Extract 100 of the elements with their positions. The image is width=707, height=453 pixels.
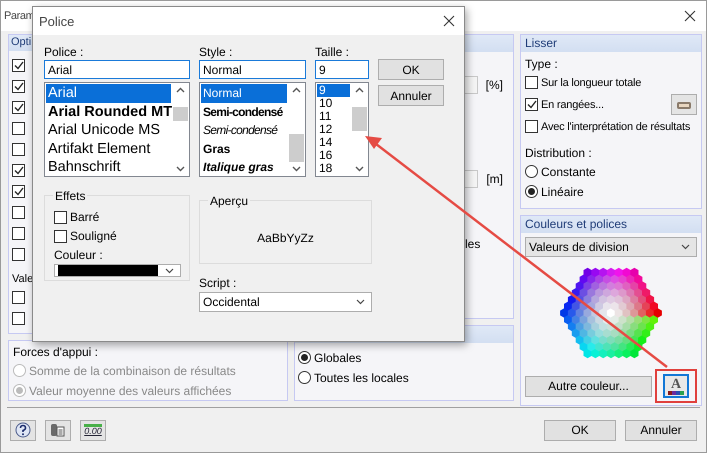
radio-label: Toutes les locales xyxy=(314,370,409,384)
checkbox[interactable] xyxy=(12,291,25,304)
scroll-up-icon[interactable] xyxy=(176,87,185,93)
group-title: Aperçu xyxy=(208,194,250,208)
checkbox[interactable] xyxy=(54,210,67,224)
list-item[interactable]: Normal xyxy=(201,84,287,103)
checkbox[interactable] xyxy=(525,120,538,133)
radio-label: Globales xyxy=(314,350,362,364)
list-box[interactable]: Normal Semi-condensé Semi-condensé Gras Italique gras xyxy=(199,82,306,177)
scroll-thumb[interactable] xyxy=(289,134,304,162)
input-field[interactable]: 9 xyxy=(315,60,369,79)
radio-button[interactable] xyxy=(298,371,311,384)
spinner[interactable] xyxy=(464,170,478,188)
help-icon[interactable] xyxy=(10,420,36,440)
field-label: Script : xyxy=(199,276,238,290)
checkbox[interactable] xyxy=(12,59,25,72)
scroll-down-icon[interactable] xyxy=(292,166,301,172)
checkbox[interactable] xyxy=(54,230,67,242)
other-color-button[interactable]: Autre couleur... xyxy=(525,376,652,396)
section-label: Vale xyxy=(12,273,34,285)
list-item[interactable]: 9 xyxy=(317,84,350,97)
list-item[interactable]: Artifakt Element xyxy=(46,140,171,158)
color-dropdown[interactable] xyxy=(54,264,181,277)
close-icon[interactable] xyxy=(443,15,455,27)
checkbox-label: Barré xyxy=(70,210,100,224)
input-field[interactable]: Arial xyxy=(44,60,190,79)
checkbox[interactable] xyxy=(12,227,25,240)
scroll-thumb[interactable] xyxy=(173,107,188,121)
preview-sample: AaBbYyZz xyxy=(257,231,314,245)
checkbox[interactable] xyxy=(12,122,25,135)
field-label: Taille : xyxy=(315,45,350,59)
panel-header: Lisser xyxy=(521,35,701,52)
document-icon[interactable] xyxy=(45,420,71,440)
scroll-up-icon[interactable] xyxy=(355,87,364,93)
checkbox[interactable] xyxy=(12,185,25,198)
scroll-thumb[interactable] xyxy=(352,107,367,131)
scroll-up-icon[interactable] xyxy=(292,87,301,93)
list-item[interactable]: Arial xyxy=(46,84,171,103)
list-item[interactable]: 18 xyxy=(317,162,350,175)
checkbox[interactable] xyxy=(525,76,538,89)
section-label: Distribution : xyxy=(525,146,592,160)
list-item[interactable]: 12 xyxy=(317,123,350,136)
radio-label: Linéaire xyxy=(541,184,584,198)
script-dropdown[interactable]: Occidental xyxy=(199,292,372,312)
unit-label: [%] xyxy=(486,78,503,92)
group-title: Effets xyxy=(53,189,88,203)
list-box[interactable]: 9 10 11 12 14 16 18 xyxy=(315,82,369,177)
dialog-button[interactable]: Annuler xyxy=(378,85,444,106)
radio-label: Somme de la combinaison de résultats xyxy=(29,364,236,378)
dialog-button[interactable]: Annuler xyxy=(625,420,697,440)
input-field[interactable]: Normal xyxy=(199,60,306,79)
caret-icon xyxy=(165,268,174,274)
checkbox-label: Souligné xyxy=(70,229,117,243)
list-item[interactable]: Semi-condensé xyxy=(201,121,287,140)
list-item[interactable]: Arial Unicode MS xyxy=(46,121,171,140)
checkbox[interactable] xyxy=(12,164,25,177)
checkbox[interactable] xyxy=(525,98,538,111)
checkbox[interactable] xyxy=(12,312,25,325)
list-item[interactable]: Italique gras xyxy=(201,158,287,176)
dialog-button[interactable]: OK xyxy=(544,420,616,440)
close-icon[interactable] xyxy=(684,10,696,22)
unit-label: [m] xyxy=(486,172,503,186)
checkbox[interactable] xyxy=(12,101,25,114)
radio-button[interactable] xyxy=(525,165,538,178)
radio-button[interactable] xyxy=(525,185,538,198)
list-item[interactable]: 14 xyxy=(317,136,350,149)
ruler-icon xyxy=(84,424,102,427)
field-label: Couleur : xyxy=(54,248,104,262)
checkbox[interactable] xyxy=(12,206,25,219)
list-item[interactable]: Arial Rounded MT xyxy=(46,102,171,122)
radio-label: Constante xyxy=(541,164,596,178)
list-item[interactable]: 11 xyxy=(317,110,350,123)
list-item[interactable]: Gras xyxy=(201,140,287,158)
section-label: Forces d'appui : xyxy=(13,345,98,359)
checkbox-label: En rangées... xyxy=(541,98,604,110)
list-box[interactable]: Arial Arial Rounded MT Arial Unicode MS Artifakt Element Bahnschrift xyxy=(44,82,190,177)
dropdown[interactable]: Valeurs de division xyxy=(525,237,697,257)
list-item[interactable]: 10 xyxy=(317,97,350,110)
decimal-button[interactable]: 0.00 xyxy=(80,420,106,440)
section-label: Type : xyxy=(525,57,558,71)
color-bars-icon xyxy=(668,390,684,394)
caret-icon xyxy=(356,299,365,305)
font-button[interactable]: A xyxy=(663,374,689,398)
radio-label: Valeur moyenne des valeurs affichées xyxy=(29,384,232,398)
panel-header: Couleurs et polices xyxy=(521,216,701,233)
checkbox[interactable] xyxy=(12,248,25,261)
checkbox[interactable] xyxy=(12,80,25,93)
checkbox-label: Sur la longueur totale xyxy=(541,76,642,88)
dialog-title: Police xyxy=(39,14,74,28)
caret-icon xyxy=(681,244,690,250)
scroll-down-icon[interactable] xyxy=(355,166,364,172)
list-item[interactable]: Semi-condensé xyxy=(201,102,287,122)
list-item[interactable]: 16 xyxy=(317,149,350,162)
scroll-down-icon[interactable] xyxy=(176,166,185,172)
checkbox[interactable] xyxy=(12,143,25,156)
list-item[interactable]: Bahnschrift xyxy=(46,158,171,176)
dialog-button[interactable]: OK xyxy=(378,59,444,80)
radio-button[interactable] xyxy=(298,351,311,364)
checkbox-label: Avec l'interprétation de résultats xyxy=(541,120,690,132)
option-label: les xyxy=(465,237,480,251)
